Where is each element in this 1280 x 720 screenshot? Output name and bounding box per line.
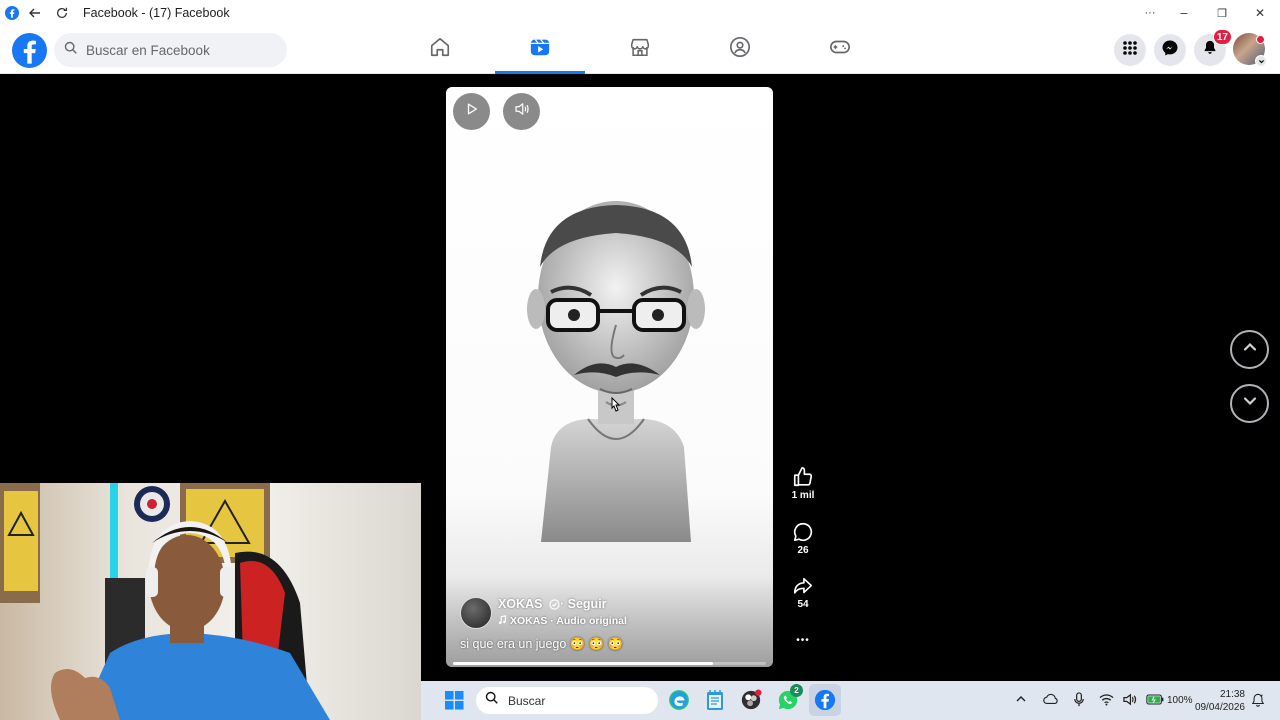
- minimize-button[interactable]: –: [1165, 0, 1203, 26]
- reel-caption: si que era un juego 😳 😳 😳: [460, 637, 624, 651]
- taskbar-search-label: Buscar: [508, 693, 546, 708]
- share-button[interactable]: 54: [786, 575, 820, 610]
- chevron-down-icon: [1241, 392, 1259, 415]
- windows-start-icon[interactable]: [445, 691, 464, 715]
- clock[interactable]: 21:38 09/04/2026: [1191, 681, 1245, 720]
- notepad-icon[interactable]: [703, 688, 727, 712]
- verified-icon: [549, 599, 560, 613]
- clock-time: 21:38: [1219, 688, 1245, 700]
- chevron-up-icon[interactable]: [1015, 693, 1027, 708]
- gaming-icon: [829, 36, 851, 63]
- video-icon: [529, 36, 551, 63]
- facebook-header: 17: [0, 26, 1280, 74]
- system-tray: 100%: [1011, 681, 1193, 720]
- battery-level: 100%: [1167, 695, 1193, 706]
- taskbar-search[interactable]: Buscar: [476, 687, 658, 714]
- menu-button[interactable]: [1114, 34, 1146, 66]
- chevron-down-icon: [1255, 55, 1267, 67]
- wifi-icon[interactable]: [1099, 693, 1114, 709]
- webcam-scene: [0, 483, 330, 720]
- audio-label: XOKAS · Audio original: [510, 615, 627, 627]
- comment-icon: [786, 521, 820, 543]
- grid-menu-icon: [1122, 40, 1138, 61]
- notification-center-icon[interactable]: [1251, 693, 1265, 712]
- profile-avatar-button[interactable]: [1233, 33, 1267, 67]
- reel-video[interactable]: XOKAS · Seguir XOKAS · Audio original si…: [446, 87, 773, 667]
- windows-taskbar: Buscar 2 100% 21:38 09/04/2026: [421, 681, 1280, 720]
- battery-icon[interactable]: [1146, 693, 1164, 708]
- play-button[interactable]: [453, 93, 490, 130]
- mouse-cursor-icon: [609, 396, 621, 418]
- facebook-app-icon[interactable]: [809, 684, 841, 716]
- notifications-button[interactable]: 17: [1194, 29, 1232, 66]
- edge-browser-icon[interactable]: [667, 688, 691, 712]
- music-note-icon: [498, 615, 507, 628]
- messenger-button[interactable]: [1154, 34, 1186, 66]
- red-dot-indicator: [1256, 35, 1265, 44]
- tab-home[interactable]: [395, 26, 485, 73]
- share-count: 54: [797, 599, 809, 610]
- share-icon: [786, 575, 820, 597]
- messenger-icon: [1161, 39, 1179, 62]
- video-progress-bar[interactable]: [453, 662, 766, 665]
- mute-button[interactable]: [503, 93, 540, 130]
- caricature-illustration: [527, 201, 705, 542]
- author-avatar[interactable]: [460, 597, 492, 629]
- tab-marketplace[interactable]: [595, 26, 685, 73]
- obs-studio-icon[interactable]: [739, 688, 763, 712]
- search-icon: [64, 41, 78, 60]
- video-progress-fill: [453, 662, 713, 665]
- chevron-up-icon: [1241, 338, 1259, 361]
- audio-link[interactable]: XOKAS · Audio original: [498, 615, 627, 628]
- extensions-button[interactable]: ···: [1131, 0, 1169, 26]
- window-title-bar: Facebook - (17) Facebook ··· – ❐ ✕: [0, 0, 1280, 26]
- next-reel-button[interactable]: [1230, 384, 1269, 423]
- window-title: Facebook - (17) Facebook: [83, 6, 230, 20]
- tab-video[interactable]: [495, 26, 585, 74]
- home-icon: [429, 36, 451, 63]
- screen: Facebook - (17) Facebook ··· – ❐ ✕ Busca…: [0, 0, 1280, 720]
- marketplace-icon: [629, 36, 651, 63]
- tab-gaming[interactable]: [795, 26, 885, 73]
- more-options-button[interactable]: •••: [786, 630, 820, 648]
- whatsapp-badge: 2: [790, 684, 803, 697]
- search-bar[interactable]: [54, 33, 287, 67]
- author-name-text: XOKAS: [498, 597, 543, 611]
- speaker-icon: [513, 100, 531, 123]
- whatsapp-icon[interactable]: 2: [776, 684, 803, 712]
- comment-button[interactable]: 26: [786, 521, 820, 556]
- maximize-button[interactable]: ❐: [1203, 0, 1241, 26]
- back-arrow-icon[interactable]: [27, 5, 43, 21]
- facebook-logo-icon[interactable]: [12, 33, 47, 68]
- cloud-icon[interactable]: [1043, 692, 1059, 709]
- follow-button[interactable]: · Seguir: [560, 597, 607, 611]
- close-button[interactable]: ✕: [1241, 0, 1279, 26]
- like-button[interactable]: 1 mil: [786, 466, 820, 501]
- search-icon: [485, 691, 499, 710]
- volume-icon[interactable]: [1122, 693, 1137, 709]
- like-count: 1 mil: [791, 490, 815, 501]
- microphone-icon[interactable]: [1073, 691, 1085, 710]
- groups-icon: [729, 36, 751, 63]
- play-icon: [465, 102, 479, 121]
- reload-icon[interactable]: [54, 5, 70, 21]
- clock-date: 09/04/2026: [1194, 701, 1245, 713]
- more-icon: •••: [796, 635, 810, 646]
- facebook-favicon-icon: [4, 5, 20, 21]
- author-name[interactable]: XOKAS: [498, 597, 560, 613]
- comment-count: 26: [797, 545, 809, 556]
- tab-groups[interactable]: [695, 26, 785, 73]
- previous-reel-button[interactable]: [1230, 330, 1269, 369]
- search-input[interactable]: [86, 42, 266, 58]
- notification-badge: 17: [1212, 29, 1232, 45]
- webcam-overlay: [0, 483, 421, 720]
- thumbs-up-icon: [786, 466, 820, 488]
